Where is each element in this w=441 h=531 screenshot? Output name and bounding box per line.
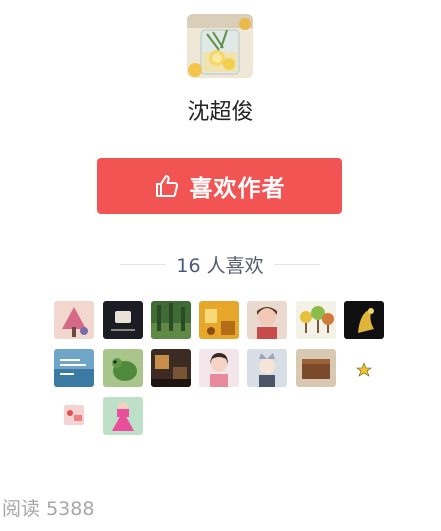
likes-suffix: 人喜欢 (206, 254, 264, 277)
likes-count-text: 16 人喜欢 (166, 251, 273, 278)
read-label: 阅读 (2, 498, 41, 520)
liker-avatar-10[interactable] (151, 349, 191, 387)
read-number: 5388 (46, 498, 95, 520)
liker-avatar-15[interactable] (54, 397, 94, 435)
liker-avatar-6[interactable] (296, 301, 336, 339)
liker-avatar-11[interactable] (199, 349, 239, 387)
liker-avatar-14[interactable] (344, 349, 384, 387)
liker-avatar-1[interactable] (54, 301, 94, 339)
likes-count-row: 16 人喜欢 (120, 250, 320, 278)
liker-avatar-8[interactable] (54, 349, 94, 387)
author-avatar[interactable] (187, 14, 253, 78)
author-avatar-image (187, 14, 253, 78)
liker-avatar-16[interactable] (103, 397, 143, 435)
liker-avatar-3[interactable] (151, 301, 191, 339)
liker-avatar-12[interactable] (247, 349, 287, 387)
liker-avatar-7[interactable] (344, 301, 384, 339)
divider-left (120, 263, 167, 265)
liker-avatar-2[interactable] (103, 301, 143, 339)
divider-right (273, 263, 320, 265)
like-author-button[interactable]: 喜欢作者 (97, 158, 342, 214)
like-author-label: 喜欢作者 (189, 176, 286, 202)
appreciate-author-panel: 沈超俊 喜欢作者 16 人喜欢 阅读 5388 (0, 0, 441, 531)
author-name: 沈超俊 (187, 100, 254, 125)
liker-avatar-4[interactable] (199, 301, 239, 339)
liker-avatar-9[interactable] (103, 349, 143, 387)
likes-count: 16 (176, 254, 201, 277)
read-count: 阅读 5388 (2, 494, 94, 521)
liker-avatar-13[interactable] (296, 349, 336, 387)
thumbs-up-icon (155, 175, 178, 197)
liker-avatar-5[interactable] (247, 301, 287, 339)
